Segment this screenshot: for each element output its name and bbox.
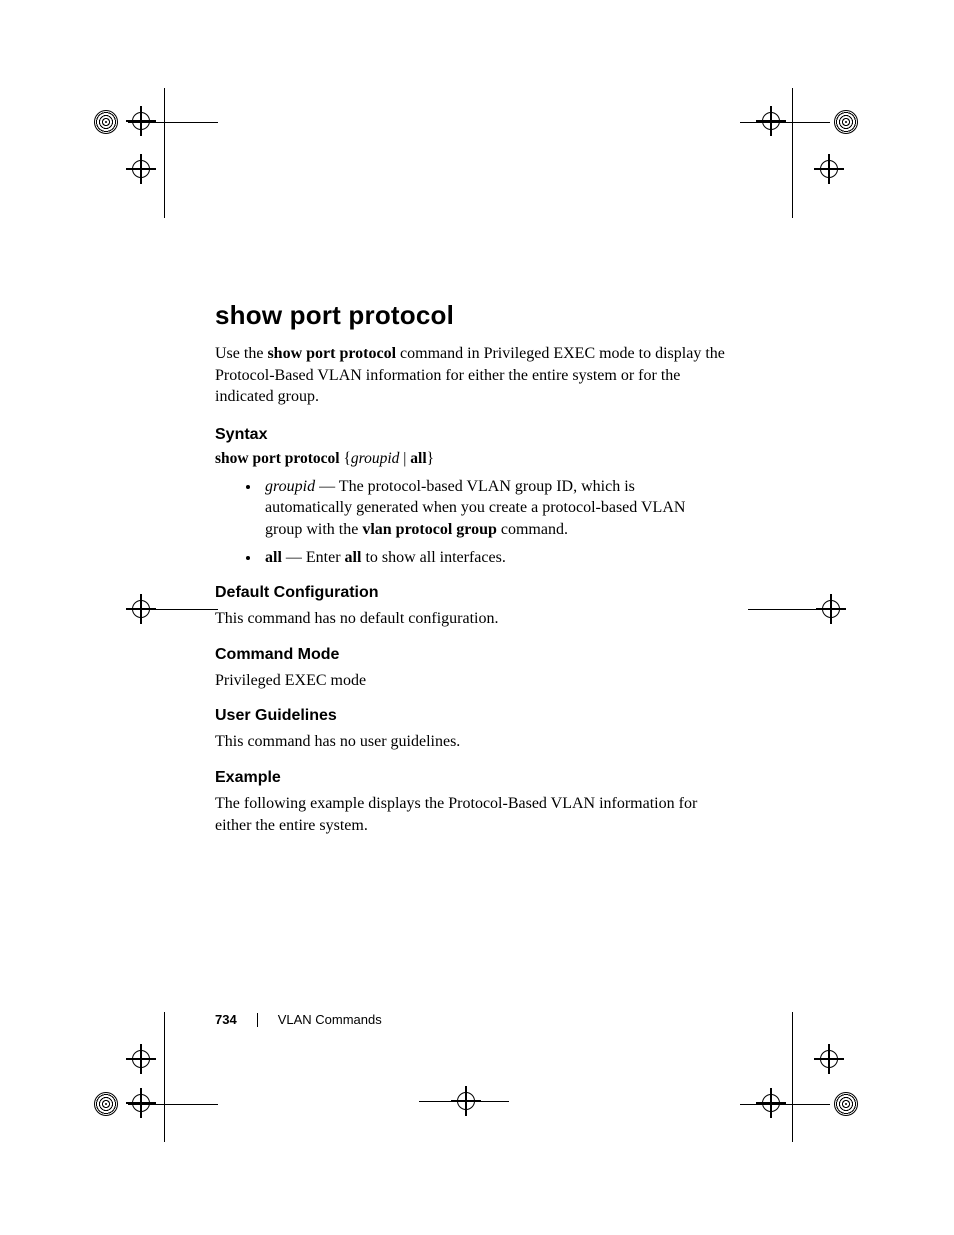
syntax-bullets: groupid — The protocol-based VLAN group … [215,476,725,568]
bullet-pre: Enter [306,549,345,566]
footer-divider [257,1013,258,1027]
content-area: show port protocol Use the show port pro… [215,300,725,846]
chapter-name: VLAN Commands [278,1012,382,1027]
page: show port protocol Use the show port pro… [0,0,954,1235]
user-guidelines-heading: User Guidelines [215,707,725,725]
page-footer: 734 VLAN Commands [215,1012,382,1027]
syntax-all: all [410,450,426,467]
intro-paragraph: Use the show port protocol command in Pr… [215,343,725,408]
bullet-post: to show all interfaces. [361,549,505,566]
example-heading: Example [215,769,725,787]
syntax-sep: | [399,450,410,467]
intro-command: show port protocol [267,345,396,362]
bullet-all: all — Enter all to show all interfaces. [261,547,725,569]
syntax-close: } [427,450,434,467]
example-text: The following example displays the Proto… [215,793,725,836]
bullet-bold-mid: all [345,549,362,566]
syntax-open: { [340,450,351,467]
bullet-dash: — [282,549,306,566]
bullet-dash: — [315,478,339,495]
page-number: 734 [215,1012,237,1027]
bullet-groupid: groupid — The protocol-based VLAN group … [261,476,725,541]
syntax-line: show port protocol {groupid | all} [215,450,725,468]
syntax-heading: Syntax [215,426,725,444]
syntax-arg: groupid [351,450,400,467]
bullet-bold-tail: vlan protocol group [362,521,497,538]
command-title: show port protocol [215,300,725,331]
user-guidelines-text: This command has no user guidelines. [215,731,725,753]
bullet-term: all [265,549,282,566]
default-config-heading: Default Configuration [215,584,725,602]
intro-pre: Use the [215,345,267,362]
command-mode-text: Privileged EXEC mode [215,670,725,692]
default-config-text: This command has no default configuratio… [215,608,725,630]
bullet-term: groupid [265,478,315,495]
bullet-tail: command. [497,521,568,538]
command-mode-heading: Command Mode [215,646,725,664]
syntax-cmd: show port protocol [215,450,340,467]
